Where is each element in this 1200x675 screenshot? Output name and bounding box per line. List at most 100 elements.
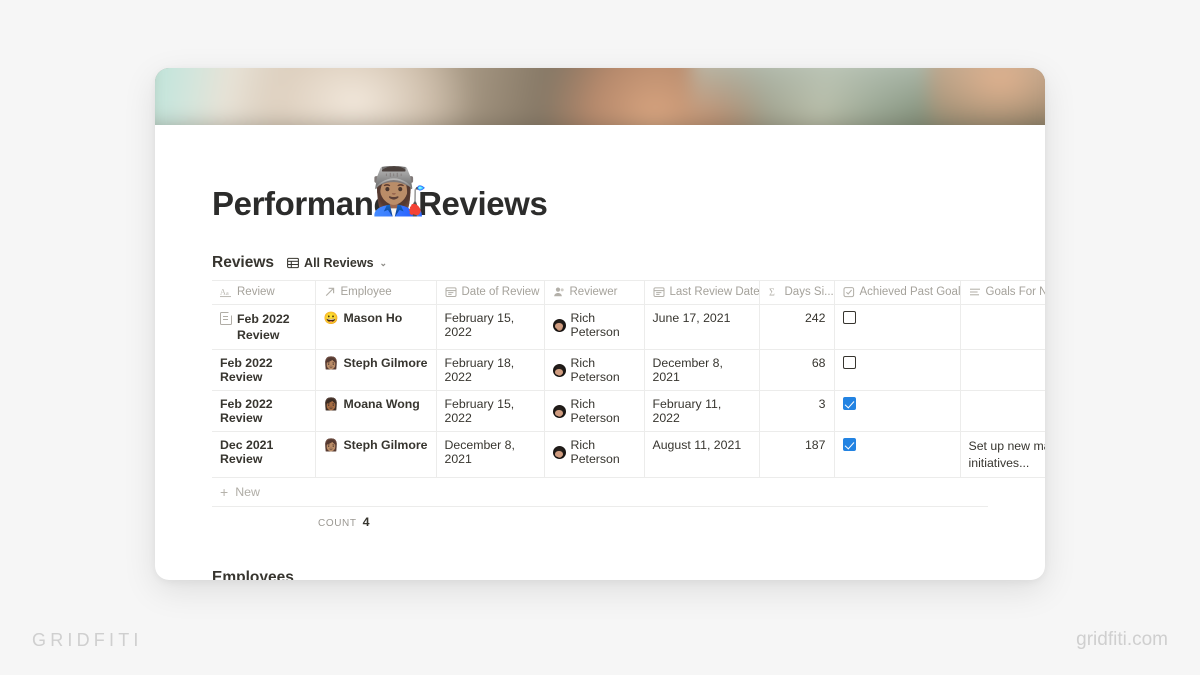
cell-last-review-date[interactable]: February 11, 2022 <box>644 390 760 433</box>
days-since-value: 3 <box>818 397 826 412</box>
cell-review[interactable]: Feb 2022 Review <box>212 304 316 351</box>
cell-days-since[interactable]: 3 <box>759 390 835 433</box>
cell-employee[interactable]: 👩🏽 Steph Gilmore <box>315 349 437 392</box>
col-goals-for-next[interactable]: Goals For Nex <box>960 280 1046 305</box>
cell-goals-for-next[interactable] <box>960 390 1045 433</box>
cell-goals-for-next[interactable] <box>960 304 1045 351</box>
cell-achieved-past-goals[interactable] <box>834 304 961 351</box>
cell-last-review-date[interactable]: August 11, 2021 <box>644 431 760 478</box>
notion-page-card: 👩🏽‍🏭 Performance Reviews Reviews All Rev… <box>155 68 1045 580</box>
gridfiti-wordmark: GRIDFITI <box>32 630 143 650</box>
reviews-count-summary[interactable]: COUNT 4 <box>212 507 988 529</box>
gridfiti-url: gridfiti.com <box>1076 629 1168 650</box>
days-since-value: 242 <box>804 311 826 325</box>
cell-review[interactable]: Feb 2022 Review <box>212 349 316 392</box>
checkbox-checked[interactable] <box>842 438 856 452</box>
cell-reviewer[interactable]: Rich Peterson <box>544 304 645 351</box>
col-last-review-date-label: Last Review Date <box>669 286 759 298</box>
plus-icon: + <box>220 483 229 500</box>
cell-employee[interactable]: 👩🏽 Steph Gilmore <box>315 431 437 478</box>
cell-employee[interactable]: 😀 Mason Ho <box>315 304 437 351</box>
review-name: Feb 2022 Review <box>220 397 273 426</box>
reviewer-name: Rich Peterson <box>570 356 620 385</box>
cell-review[interactable]: Feb 2022 Review <box>212 390 316 433</box>
cell-review[interactable]: Dec 2021 Review <box>212 431 316 478</box>
cell-date-of-review[interactable]: February 15, 2022 <box>436 390 545 433</box>
cover-art <box>155 68 1045 125</box>
cell-date-of-review[interactable]: December 8, 2021 <box>436 431 545 478</box>
avatar <box>552 318 566 332</box>
page-cover-image[interactable] <box>155 68 1045 125</box>
cell-days-since[interactable]: 68 <box>759 349 835 392</box>
col-review[interactable]: Aa Review <box>212 280 316 305</box>
cover-layer-shade <box>155 115 1045 125</box>
table-row[interactable]: Dec 2021 Review 👩🏽 Steph Gilmore Decembe… <box>212 431 1045 478</box>
col-date-of-review[interactable]: Date of Review <box>436 280 545 305</box>
table-row[interactable]: Feb 2022 Review 👩🏽 Steph Gilmore Februar… <box>212 349 1045 392</box>
cell-goals-for-next[interactable] <box>960 349 1045 392</box>
cell-date-of-review[interactable]: February 18, 2022 <box>436 349 545 392</box>
last-review-date-value: August 11, 2021 <box>652 438 742 453</box>
reviews-view-selector[interactable]: All Reviews ⌄ <box>284 255 390 271</box>
cell-goals-for-next[interactable]: Set up new mark initiatives... <box>960 431 1045 478</box>
cell-reviewer[interactable]: Rich Peterson <box>544 390 645 433</box>
col-employee-label: Employee <box>340 286 392 298</box>
cell-last-review-date[interactable]: June 17, 2021 <box>644 304 760 351</box>
page-body: Performance Reviews Reviews All Reviews … <box>155 185 1045 580</box>
cell-achieved-past-goals[interactable] <box>834 390 961 433</box>
col-goals-for-next-label: Goals For Nex <box>985 286 1046 298</box>
employees-database-title: Employees <box>212 568 294 580</box>
date-of-review-value: February 15, 2022 <box>444 397 515 426</box>
last-review-date-value: December 8, 2021 <box>652 356 723 385</box>
review-name: Feb 2022 Review <box>237 312 290 343</box>
reviewer-name: Rich Peterson <box>570 438 620 467</box>
employee-name: Steph Gilmore <box>343 438 428 453</box>
checkbox-checked[interactable] <box>842 397 856 411</box>
reviews-header-row: Aa Review Employee Date of Review Review… <box>212 280 1046 305</box>
text-lines-icon <box>969 286 981 298</box>
page-title: Performance Reviews <box>212 185 548 222</box>
table-row[interactable]: Feb 2022 Review 😀 Mason Ho February 15, … <box>212 304 1045 351</box>
col-date-of-review-label: Date of Review <box>461 286 540 298</box>
employee-emoji: 👩🏽 <box>323 438 339 453</box>
cell-last-review-date[interactable]: December 8, 2021 <box>644 349 760 392</box>
cell-days-since[interactable]: 187 <box>759 431 835 478</box>
page-doc-icon <box>220 312 232 325</box>
table-icon <box>287 257 299 269</box>
calendar-icon <box>652 286 665 298</box>
employee-name: Moana Wong <box>343 397 420 412</box>
cell-reviewer[interactable]: Rich Peterson <box>544 431 645 478</box>
col-last-review-date[interactable]: Last Review Date <box>644 280 760 305</box>
add-new-review-row[interactable]: + New <box>212 478 988 507</box>
avatar <box>552 404 566 418</box>
cell-days-since[interactable]: 242 <box>759 304 835 351</box>
employee-emoji: 👩🏾 <box>323 397 339 412</box>
col-reviewer[interactable]: Reviewer <box>544 280 645 305</box>
reviewer-name: Rich Peterson <box>570 311 620 339</box>
reviews-table-body: Feb 2022 Review 😀 Mason Ho February 15, … <box>212 304 1045 478</box>
col-review-label: Review <box>237 286 275 298</box>
sigma-icon: Σ <box>768 286 780 298</box>
cell-employee[interactable]: 👩🏾 Moana Wong <box>315 390 437 433</box>
factory-worker-woman-emoji[interactable]: 👩🏽‍🏭 <box>371 168 428 214</box>
col-employee[interactable]: Employee <box>315 280 437 305</box>
cell-achieved-past-goals[interactable] <box>834 349 961 392</box>
add-new-review-label: New <box>235 484 260 499</box>
checkbox-icon <box>842 286 855 298</box>
cell-reviewer[interactable]: Rich Peterson <box>544 349 645 392</box>
table-row[interactable]: Feb 2022 Review 👩🏾 Moana Wong February 1… <box>212 390 1045 433</box>
cell-achieved-past-goals[interactable] <box>834 431 961 478</box>
col-days-since[interactable]: Σ Days Si... <box>759 280 835 305</box>
cell-date-of-review[interactable]: February 15, 2022 <box>436 304 545 351</box>
date-of-review-value: February 18, 2022 <box>444 356 515 385</box>
col-achieved-past-goals[interactable]: Achieved Past Goals <box>834 280 961 305</box>
col-achieved-past-goals-label: Achieved Past Goals <box>859 286 960 298</box>
title-text-icon: Aa <box>220 286 232 298</box>
checkbox-unchecked[interactable] <box>842 311 856 324</box>
date-of-review-value: December 8, 2021 <box>444 438 515 467</box>
employee-emoji: 👩🏽 <box>323 356 339 371</box>
calendar-icon <box>444 286 457 298</box>
reviews-table-head: Aa Review Employee Date of Review Review… <box>212 280 1046 305</box>
checkbox-unchecked[interactable] <box>842 356 856 370</box>
col-reviewer-label: Reviewer <box>569 286 618 298</box>
